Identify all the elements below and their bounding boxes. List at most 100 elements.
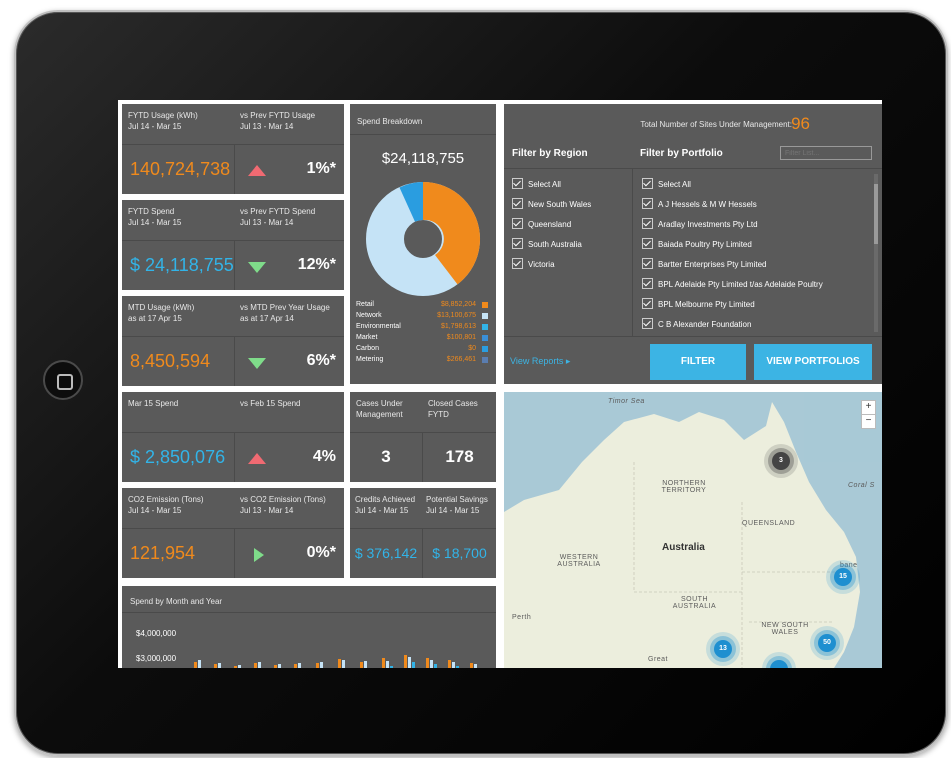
legend-swatch [482, 346, 488, 352]
trend-up-icon [248, 453, 266, 464]
trend-up-icon [248, 165, 266, 176]
legend-item: Carbon $0 [356, 344, 488, 354]
closed-cases-title: Closed Cases FYTD [428, 399, 478, 419]
checkbox-checked-icon [642, 278, 653, 290]
panel-title: Spend by Month and Year [130, 597, 223, 606]
savings-title: Potential Savings [426, 495, 488, 504]
kpi-compare-title: vs Prev FYTD Usage [240, 111, 316, 120]
kpi-value: 140,724,738 [130, 159, 231, 179]
bar [338, 659, 341, 668]
view-reports-link[interactable]: View Reports ▸ [510, 356, 570, 367]
legend-swatch [482, 313, 488, 319]
checkbox-checked-icon [512, 238, 523, 250]
portfolio-option[interactable]: Aradlay Investments Pty Ltd [642, 218, 758, 232]
legend-swatch [482, 335, 488, 341]
bar [474, 664, 477, 668]
legend-value: $0 [468, 345, 476, 352]
portfolio-option[interactable]: BPL Melbourne Pty Limited [642, 298, 755, 312]
bar [426, 658, 429, 668]
region-option-label: Queensland [528, 220, 572, 229]
spend-by-month-panel: Spend by Month and Year $4,000,000 $3,00… [122, 586, 496, 668]
kpi-title: CO2 Emission (Tons) [128, 495, 204, 504]
kpi-title: Mar 15 Spend [128, 399, 179, 408]
kpi-percent: 12%* [297, 256, 336, 273]
region-option-qld[interactable]: Queensland [512, 218, 571, 232]
cases-title: Cases Under Management [356, 399, 403, 419]
legend-value: $100,801 [446, 334, 476, 341]
sites-map[interactable]: Timor Sea NORTHERN TERRITORY QUEENSLAND … [504, 392, 882, 668]
kpi-percent: 1%* [306, 160, 336, 177]
bar [452, 662, 455, 668]
region-option-label: Victoria [528, 260, 555, 269]
map-cluster-marker[interactable]: 15 [834, 568, 852, 586]
trend-flat-icon [254, 548, 264, 562]
kpi-fytd-usage: FYTD Usage (kWh) Jul 14 - Mar 15 vs Prev … [122, 104, 344, 194]
bar [360, 662, 363, 668]
kpi-subtitle: as at 17 Apr 15 [128, 314, 182, 323]
portfolio-option-label: BPL Adelaide Pty Limited t/as Adelaide P… [658, 280, 823, 289]
portfolio-option-label: C B Alexander Foundation [658, 320, 752, 329]
bar [298, 663, 301, 668]
kpi-value: $ 2,850,076 [130, 447, 226, 467]
panel-title: Spend Breakdown [357, 117, 423, 126]
region-option-sa[interactable]: South Australia [512, 238, 582, 252]
filter-panel: Total Number of Sites Under Management: … [504, 104, 882, 384]
bar [218, 663, 221, 668]
map-cluster-marker[interactable]: 13 [714, 640, 732, 658]
spend-total: $24,118,755 [381, 150, 465, 167]
legend-item: Network $13,100,675 [356, 311, 488, 321]
kpi-compare-subtitle: Jul 13 - Mar 14 [240, 506, 294, 515]
zoom-in-button[interactable]: + [861, 400, 876, 415]
portfolio-option[interactable]: Baiada Poultry Pty Limited [642, 238, 752, 252]
legend-label: Network [356, 312, 382, 319]
zoom-out-button[interactable]: − [861, 414, 876, 429]
donut-chart [366, 181, 481, 296]
region-option-label: New South Wales [528, 200, 592, 209]
bar [434, 664, 437, 668]
bar [386, 661, 389, 668]
bar [430, 660, 433, 668]
portfolio-option-label: BPL Melbourne Pty Limited [658, 300, 755, 309]
map-label: QUEENSLAND [742, 520, 796, 527]
bar [294, 664, 297, 668]
region-option-vic[interactable]: Victoria [512, 258, 555, 272]
portfolio-option[interactable]: Bartter Enterprises Pty Limited [642, 258, 766, 272]
portfolio-option[interactable]: A J Hessels & M W Hessels [642, 198, 757, 212]
legend-label: Environmental [356, 323, 401, 330]
checkbox-checked-icon [642, 298, 653, 310]
portfolio-scrollbar[interactable] [874, 174, 878, 332]
portfolio-filter-input[interactable] [780, 146, 872, 160]
bar [194, 662, 197, 668]
checkbox-checked-icon [512, 218, 523, 230]
kpi-subtitle: Jul 14 - Mar 15 [128, 218, 182, 227]
map-label: Coral S [848, 482, 875, 489]
kpi-title: FYTD Spend [128, 207, 175, 216]
bar [316, 663, 319, 668]
kpi-mtd-usage: MTD Usage (kWh) as at 17 Apr 15 vs MTD Pr… [122, 296, 344, 386]
checkbox-checked-icon [512, 198, 523, 210]
scrollbar-thumb[interactable] [874, 184, 878, 244]
portfolio-option[interactable]: Select All [642, 178, 691, 192]
kpi-value: $ 24,118,755 [130, 255, 234, 275]
home-button[interactable] [43, 360, 83, 400]
filter-button[interactable]: FILTER [650, 344, 746, 380]
portfolio-option[interactable]: C B Alexander Foundation [642, 318, 751, 332]
map-cluster-marker[interactable]: 3 [772, 452, 790, 470]
legend-item: Metering $266,461 [356, 355, 488, 365]
legend-value: $8,852,204 [440, 301, 476, 308]
bar [408, 657, 411, 668]
portfolio-option-label: A J Hessels & M W Hessels [658, 200, 757, 209]
region-option-nsw[interactable]: New South Wales [512, 198, 591, 212]
map-label: Great [648, 656, 669, 663]
portfolio-option[interactable]: BPL Adelaide Pty Limited t/as Adelaide P… [642, 278, 823, 292]
checkbox-checked-icon [642, 178, 653, 190]
map-cluster-marker[interactable]: 50 [818, 634, 836, 652]
bar [320, 662, 323, 668]
bar [342, 660, 345, 668]
legend-label: Market [356, 334, 378, 341]
region-option-select-all[interactable]: Select All [512, 178, 561, 192]
checkbox-checked-icon [642, 198, 653, 210]
bar [238, 665, 241, 668]
view-portfolios-button[interactable]: VIEW PORTFOLIOS [754, 344, 872, 380]
legend-item: Retail $8,852,204 [356, 300, 488, 310]
